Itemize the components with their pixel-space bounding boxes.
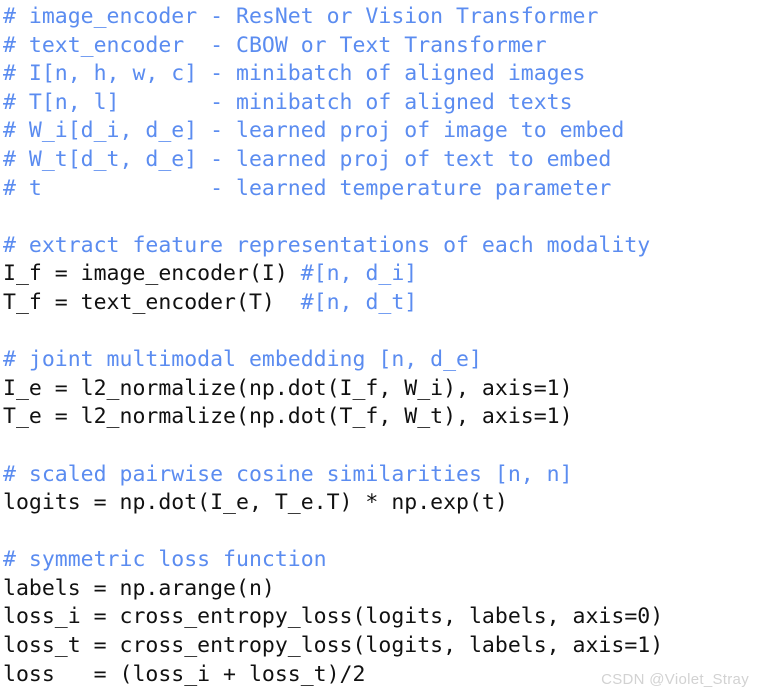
code-comment-token: # I[n, h, w, c] - minibatch of aligned i… xyxy=(3,61,586,87)
code-line: labels = np.arange(n) xyxy=(3,575,757,604)
code-line: logits = np.dot(I_e, T_e.T) * np.exp(t) xyxy=(3,489,757,518)
code-line: # symmetric loss function xyxy=(3,546,757,575)
code-token: loss_t = cross_entropy_loss(logits, labe… xyxy=(3,633,664,659)
code-comment-token: # joint multimodal embedding [n, d_e] xyxy=(3,347,482,373)
code-block[interactable]: # image_encoder - ResNet or Vision Trans… xyxy=(0,0,757,700)
code-line: # extract feature representations of eac… xyxy=(3,232,757,261)
code-token: loss_i = cross_entropy_loss(logits, labe… xyxy=(3,604,664,630)
code-line: loss_t = cross_entropy_loss(logits, labe… xyxy=(3,632,757,661)
code-token: labels = np.arange(n) xyxy=(3,575,275,601)
code-token: I_e = l2_normalize(np.dot(I_f, W_i), axi… xyxy=(3,375,573,401)
code-token: T_f = text_encoder(T) xyxy=(3,289,301,315)
code-line: # t - learned temperature parameter xyxy=(3,175,757,204)
code-lines-container: # image_encoder - ResNet or Vision Trans… xyxy=(3,3,757,689)
code-line: # T[n, l] - minibatch of aligned texts xyxy=(3,89,757,118)
code-comment-token: # T[n, l] - minibatch of aligned texts xyxy=(3,89,573,115)
code-comment-token: # extract feature representations of eac… xyxy=(3,232,651,258)
code-comment-token: # scaled pairwise cosine similarities [n… xyxy=(3,461,573,487)
code-comment-token: # image_encoder - ResNet or Vision Trans… xyxy=(3,4,599,29)
code-line: # text_encoder - CBOW or Text Transforme… xyxy=(3,32,757,61)
code-line: # W_t[d_t, d_e] - learned proj of text t… xyxy=(3,146,757,175)
code-line: # scaled pairwise cosine similarities [n… xyxy=(3,461,757,490)
code-token: T_e = l2_normalize(np.dot(T_f, W_t), axi… xyxy=(3,404,573,430)
code-comment-token: #[n, d_i] xyxy=(300,261,418,287)
code-comment-token: # text_encoder - CBOW or Text Transforme… xyxy=(3,32,547,58)
code-comment-token: # t - learned temperature parameter xyxy=(3,175,612,201)
csdn-watermark: CSDN @Violet_Stray xyxy=(601,671,749,688)
code-line: # W_i[d_i, d_e] - learned proj of image … xyxy=(3,117,757,146)
code-token: logits = np.dot(I_e, T_e.T) * np.exp(t) xyxy=(3,490,508,516)
code-line: T_f = text_encoder(T) #[n, d_t] xyxy=(3,289,757,318)
code-token: I_f = image_encoder(I) xyxy=(3,261,301,287)
code-line: I_f = image_encoder(I) #[n, d_i] xyxy=(3,260,757,289)
code-line: # image_encoder - ResNet or Vision Trans… xyxy=(3,3,757,32)
code-comment-token: # symmetric loss function xyxy=(3,547,327,573)
code-line: I_e = l2_normalize(np.dot(I_f, W_i), axi… xyxy=(3,375,757,404)
code-line: # joint multimodal embedding [n, d_e] xyxy=(3,346,757,375)
code-token: loss = (loss_i + loss_t)/2 xyxy=(3,661,366,687)
code-line: loss_i = cross_entropy_loss(logits, labe… xyxy=(3,603,757,632)
code-line: # I[n, h, w, c] - minibatch of aligned i… xyxy=(3,60,757,89)
code-comment-token: #[n, d_t] xyxy=(300,289,418,315)
code-line: T_e = l2_normalize(np.dot(T_f, W_t), axi… xyxy=(3,403,757,432)
code-comment-token: # W_i[d_i, d_e] - learned proj of image … xyxy=(3,118,625,144)
code-comment-token: # W_t[d_t, d_e] - learned proj of text t… xyxy=(3,146,612,172)
